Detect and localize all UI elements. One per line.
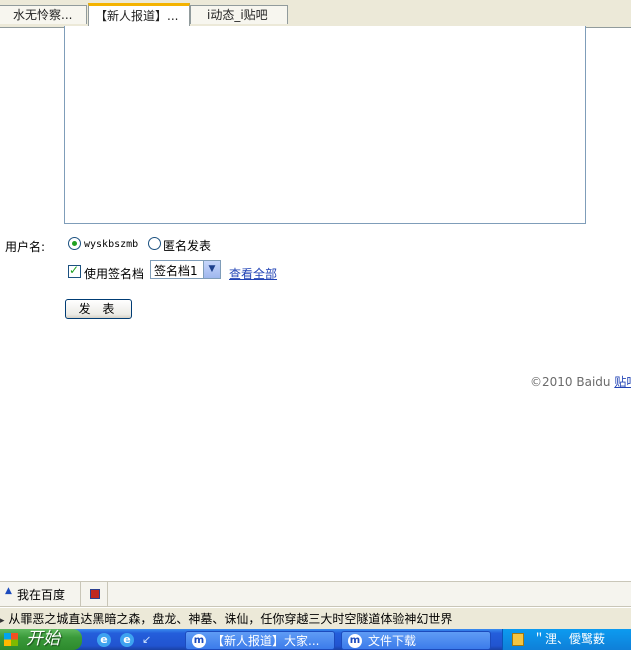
- browser-icon[interactable]: e: [120, 633, 134, 647]
- taskbar-task[interactable]: m 【新人报道】大家...: [185, 631, 335, 650]
- username-label: 用户名:: [5, 240, 46, 254]
- windows-logo-icon: [4, 633, 18, 646]
- browser-bottom-toolbar: ▲ 我在百度: [0, 581, 631, 607]
- username-value: wyskbszmb: [84, 239, 139, 250]
- maxthon-icon: m: [192, 634, 206, 648]
- signature-label: 使用签名档: [84, 267, 145, 281]
- signature-checkbox[interactable]: ✓: [68, 263, 81, 278]
- caret-up-icon[interactable]: ▲: [5, 586, 12, 596]
- anonymous-radio[interactable]: [148, 237, 161, 250]
- toolbar-divider: [80, 582, 81, 606]
- check-icon: ✓: [69, 263, 80, 277]
- radio-selected-dot: [72, 241, 77, 246]
- browser-tab-active[interactable]: 【新人报道】...: [88, 3, 190, 27]
- post-content-textarea[interactable]: [64, 26, 586, 224]
- home-icon[interactable]: [90, 589, 100, 599]
- internet-explorer-icon[interactable]: e: [97, 633, 111, 647]
- start-button[interactable]: 开始: [0, 629, 82, 650]
- browser-tab[interactable]: 水无怜察...: [0, 5, 87, 24]
- view-all-link[interactable]: 查看全部: [229, 265, 277, 282]
- chevron-down-icon[interactable]: ▼: [203, 261, 220, 278]
- signature-select-value: 签名档1: [154, 264, 198, 278]
- taskbar-task[interactable]: m 文件下载: [341, 631, 491, 650]
- start-label: 开始: [26, 629, 60, 649]
- username-radio[interactable]: [68, 237, 81, 250]
- browser-tab-strip: 水无怜察... 【新人报道】... i动态_i贴吧: [0, 0, 631, 28]
- tieba-link[interactable]: 贴吧: [614, 375, 631, 389]
- anonymous-label: 匿名发表: [163, 239, 212, 253]
- maxthon-icon: m: [348, 634, 362, 648]
- windows-taskbar: 开始 e e ↙ m 【新人报道】大家... m 文件下载 ＂浬、僾鹥薮: [0, 629, 631, 650]
- baidu-toolbar-label[interactable]: 我在百度: [17, 586, 65, 603]
- arrow-icon: ▸: [0, 616, 5, 626]
- status-bar: ▸ 从罪恶之城直达黑暗之森，盘龙、神墓、诛仙，任你穿越三大时空隧道体验神幻世界: [0, 607, 631, 630]
- quick-launch-icon[interactable]: ↙: [142, 633, 151, 646]
- folder-icon: [512, 633, 524, 646]
- signature-select[interactable]: 签名档1 ▼: [150, 260, 221, 279]
- copyright-footer: ©2010 Baidu 贴吧: [530, 373, 631, 390]
- task-label: 【新人报道】大家...: [212, 634, 320, 648]
- toolbar-divider: [107, 582, 108, 606]
- browser-tab[interactable]: i动态_i贴吧: [190, 5, 288, 24]
- system-tray[interactable]: ＂浬、僾鹥薮: [502, 629, 631, 650]
- tray-label: ＂浬、僾鹥薮: [533, 632, 606, 646]
- status-text: 从罪恶之城直达黑暗之森，盘龙、神墓、诛仙，任你穿越三大时空隧道体验神幻世界: [8, 612, 453, 626]
- task-label: 文件下载: [368, 634, 417, 648]
- submit-button[interactable]: 发 表: [65, 299, 132, 319]
- copyright-text: ©2010 Baidu: [530, 375, 611, 389]
